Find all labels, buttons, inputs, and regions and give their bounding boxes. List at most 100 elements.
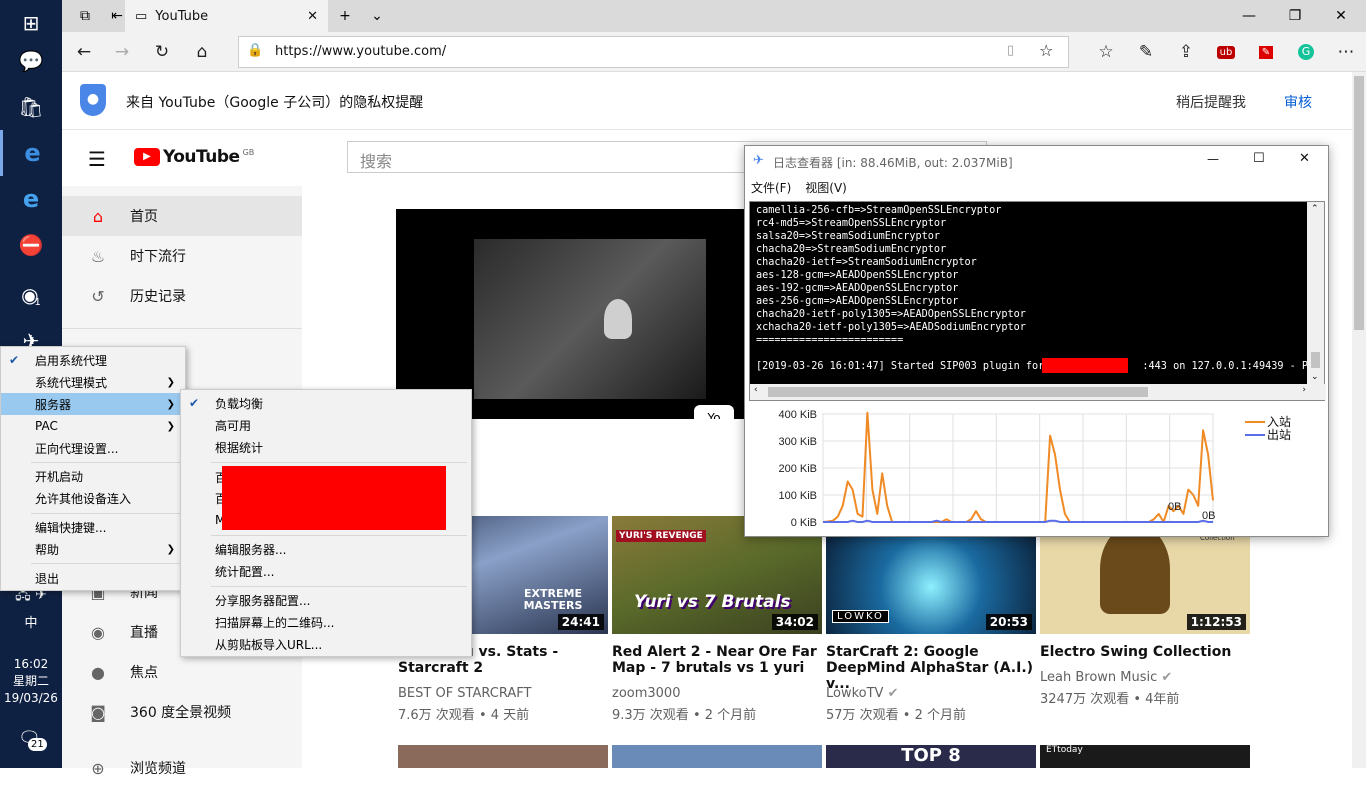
log-close-icon[interactable]: ✕: [1299, 151, 1310, 166]
sidebar-item-360-video[interactable]: ◙ 360 度全景视频: [62, 692, 302, 732]
more-options-icon[interactable]: ⋯: [1326, 32, 1366, 72]
close-icon[interactable]: ✕: [1318, 0, 1364, 32]
youtube-logo[interactable]: ▶ YouTube GB: [134, 147, 254, 167]
favorite-star-icon[interactable]: ☆: [1039, 41, 1053, 60]
menu-item-edit-servers[interactable]: 编辑服务器...: [181, 538, 471, 560]
forward-icon[interactable]: →: [102, 32, 142, 72]
sidebar-item-home[interactable]: ⌂ 首页: [62, 196, 302, 236]
video-channel[interactable]: LowkoTV ✔: [826, 686, 899, 701]
video-thumbnail-next-row[interactable]: ETtoday: [1040, 745, 1250, 768]
featured-youtube-logo: Yo: [694, 405, 734, 419]
featured-video[interactable]: Yo: [396, 209, 750, 419]
extension-red-icon[interactable]: ✎: [1246, 32, 1286, 72]
menu-item-import-url-from-clipboard[interactable]: 从剪贴板导入URL...: [181, 633, 471, 655]
menu-item-enable-system-proxy[interactable]: ✔ 启用系统代理: [1, 349, 185, 371]
blocked-app-icon[interactable]: ⛔: [0, 222, 62, 268]
ublock-icon[interactable]: ub: [1206, 32, 1246, 72]
hamburger-menu-icon[interactable]: ☰: [88, 147, 106, 171]
tray-context-menu: ✔ 启用系统代理 系统代理模式 ❯ 服务器 ❯ PAC ❯ 正向代理设置... 开机启动…: [0, 346, 186, 591]
log-horizontal-scrollbar[interactable]: ‹ ›: [750, 384, 1326, 400]
reading-view-icon[interactable]: ▯: [1007, 43, 1014, 58]
menu-item-high-availability[interactable]: 高可用: [181, 414, 471, 436]
series-line-outbound: [823, 519, 1213, 523]
menu-view[interactable]: 视图(V): [805, 179, 847, 196]
sidebar-item-label: 首页: [130, 209, 158, 225]
browser-tab[interactable]: ▭ YouTube ✕: [125, 0, 328, 32]
fire-icon: ♨: [90, 246, 106, 266]
video-title[interactable]: StarCraft 2: Google DeepMind AlphaStar (…: [826, 644, 1036, 692]
live-icon: ◉: [91, 622, 105, 642]
ime-indicator[interactable]: 中: [0, 612, 62, 631]
restore-icon[interactable]: ❐: [1272, 0, 1318, 32]
legend-label: 入站: [1267, 415, 1291, 429]
sidebar-item-label: 直播: [130, 625, 158, 641]
video-thumbnail-next-row[interactable]: [398, 745, 608, 768]
menu-item-edit-hotkeys[interactable]: 编辑快捷键...: [1, 516, 185, 538]
menu-item-label: 统计配置...: [215, 564, 275, 579]
video-channel[interactable]: BEST OF STARCRAFT: [398, 686, 531, 701]
log-minimize-icon[interactable]: —: [1207, 152, 1219, 166]
refresh-icon[interactable]: ↻: [142, 32, 182, 72]
menu-item-pac[interactable]: PAC ❯: [1, 415, 185, 437]
ie-browser-icon[interactable]: e: [0, 176, 62, 222]
weibo-icon[interactable]: ◉ 1: [0, 272, 62, 318]
menu-item-share-server-config[interactable]: 分享服务器配置...: [181, 589, 471, 611]
menu-item-label: 编辑服务器...: [215, 542, 287, 557]
favorites-icon[interactable]: ☆: [1086, 32, 1126, 72]
sidebar-item-label: 历史记录: [130, 289, 186, 305]
tab-close-icon[interactable]: ✕: [307, 9, 328, 24]
log-viewer-title: 日志查看器 [in: 88.46MiB, out: 2.037MiB]: [773, 156, 1013, 170]
menu-item-allow-lan[interactable]: 允许其他设备连入: [1, 487, 185, 509]
clock[interactable]: 16:02 星期二 19/03/26: [0, 656, 62, 707]
video-duration: 34:02: [771, 614, 818, 630]
sidebar-item-trending[interactable]: ♨ 时下流行: [62, 236, 302, 276]
video-duration: 20:53: [985, 614, 1032, 630]
menu-item-servers[interactable]: 服务器 ❯: [1, 393, 185, 415]
sidebar-item-spotlight[interactable]: ● 焦点: [62, 652, 302, 692]
address-bar[interactable]: 🔒 https://www.youtube.com/ ▯ ☆: [238, 36, 1069, 68]
menu-item-forward-proxy[interactable]: 正向代理设置...: [1, 437, 185, 459]
edge-browser-icon[interactable]: e: [0, 130, 62, 176]
menu-item-statistics-config[interactable]: 统计配置...: [181, 560, 471, 582]
menu-item-start-on-boot[interactable]: 开机启动: [1, 465, 185, 487]
menu-item-scan-qr-code[interactable]: 扫描屏幕上的二维码...: [181, 611, 471, 633]
y-tick-label: 400 KiB: [778, 409, 817, 421]
video-thumbnail-next-row[interactable]: [612, 745, 822, 768]
menu-item-load-balance[interactable]: ✔ 负载均衡: [181, 392, 471, 414]
log-vertical-scrollbar[interactable]: ⌃ ⌄: [1307, 202, 1324, 386]
back-icon[interactable]: ←: [64, 32, 104, 72]
sidebar-item-browse-channels[interactable]: ⊕ 浏览频道: [62, 748, 302, 788]
video-title[interactable]: Red Alert 2 - Near Ore Far Map - 7 bruta…: [612, 644, 822, 676]
notification-center-icon[interactable]: 🗨21: [18, 728, 48, 754]
store-icon[interactable]: 🛍: [0, 84, 62, 130]
clock-date: 19/03/26: [4, 691, 58, 705]
video-title[interactable]: Electro Swing Collection: [1040, 644, 1250, 660]
video-thumbnail-next-row[interactable]: TOP 8: [826, 745, 1036, 768]
menu-item-help[interactable]: 帮助 ❯: [1, 538, 185, 560]
menu-item-exit[interactable]: 退出: [1, 567, 185, 589]
featured-video-frame: [474, 239, 706, 399]
redacted-address: [1042, 358, 1128, 373]
browse-icon: ⊕: [91, 758, 105, 778]
grammarly-icon[interactable]: G: [1286, 32, 1326, 72]
video-channel[interactable]: Leah Brown Music ✔: [1040, 670, 1172, 685]
video-channel[interactable]: zoom3000: [612, 686, 680, 701]
chat-app-icon[interactable]: 💬: [0, 38, 62, 84]
menu-item-label: 启用系统代理: [35, 353, 108, 368]
share-icon[interactable]: ⇪: [1166, 32, 1206, 72]
menu-item-by-statistics[interactable]: 根据统计: [181, 436, 471, 458]
home-icon[interactable]: ⌂: [182, 32, 222, 72]
page-scrollbar[interactable]: [1352, 72, 1366, 768]
tab-preview-chevron-icon[interactable]: ⌄: [354, 0, 400, 32]
minimize-icon[interactable]: —: [1226, 0, 1272, 32]
menu-item-system-proxy-mode[interactable]: 系统代理模式 ❯: [1, 371, 185, 393]
menu-file[interactable]: 文件(F): [751, 179, 791, 196]
review-button[interactable]: 审核: [1284, 92, 1312, 112]
vr-icon: ◙: [90, 702, 106, 722]
log-maximize-icon[interactable]: ☐: [1253, 151, 1265, 166]
pen-notes-icon[interactable]: ✎: [1126, 32, 1166, 72]
sidebar-item-history[interactable]: ↺ 历史记录: [62, 276, 302, 316]
remind-later-button[interactable]: 稍后提醒我: [1176, 92, 1246, 112]
log-console[interactable]: camellia-256-cfb=>StreamOpenSSLEncryptor…: [749, 201, 1326, 401]
privacy-reminder-bar: ● 来自 YouTube（Google 子公司）的隐私权提醒 稍后提醒我 审核: [62, 72, 1352, 130]
